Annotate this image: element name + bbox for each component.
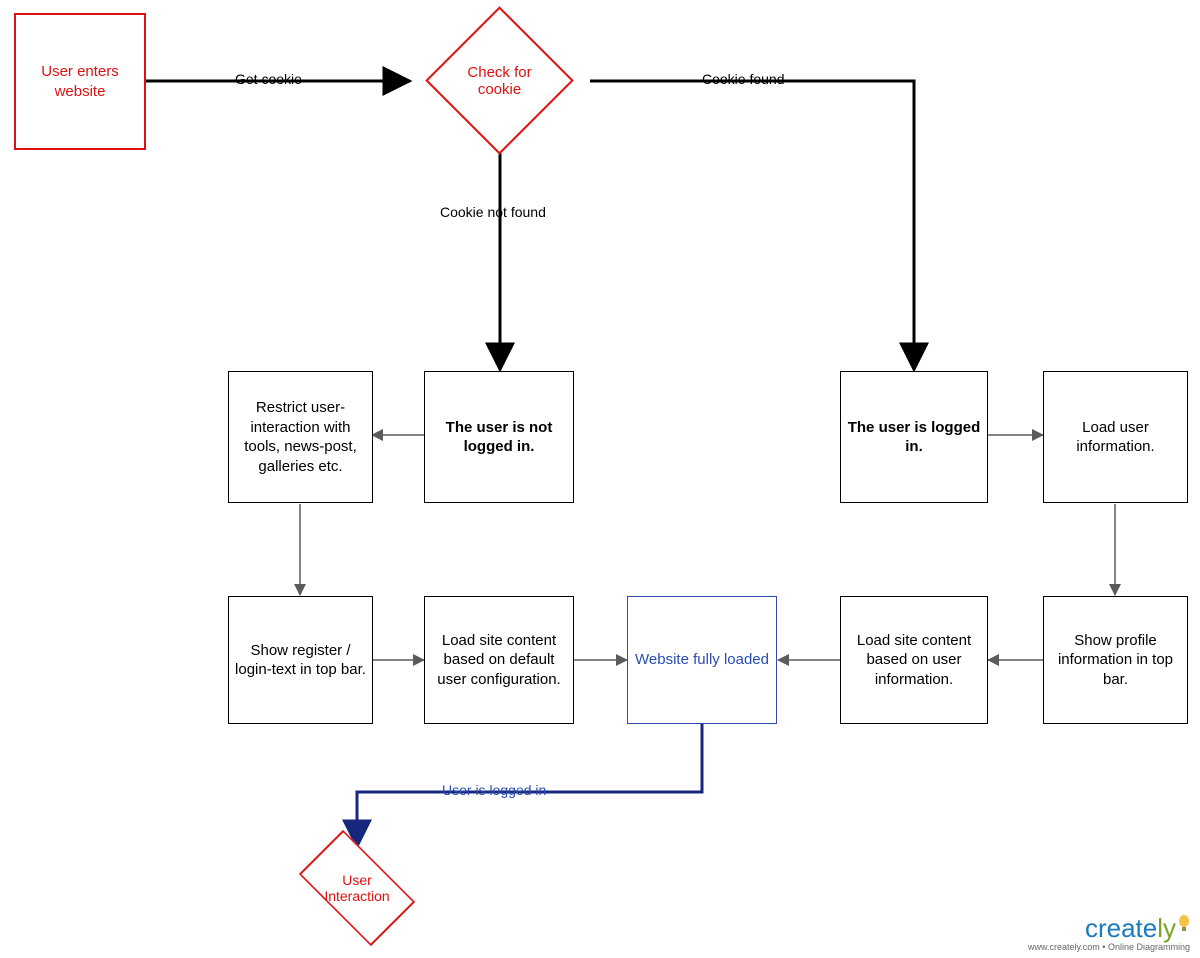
- node-load-user-info-label: Load user information.: [1050, 418, 1181, 457]
- node-show-register: Show register / login-text in top bar.: [228, 596, 373, 724]
- node-load-user-info: Load user information.: [1043, 371, 1188, 503]
- node-show-profile: Show profile information in top bar.: [1043, 596, 1188, 724]
- brand-suffix: ly: [1157, 913, 1176, 943]
- edge-cookie-found: [590, 81, 914, 370]
- edges-layer: [0, 0, 1200, 958]
- node-not-logged-in: The user is not logged in.: [424, 371, 574, 503]
- node-load-default: Load site content based on default user …: [424, 596, 574, 724]
- node-restrict-label: Restrict user-interaction with tools, ne…: [235, 398, 366, 476]
- edge-label-cookie-not-found: Cookie not found: [440, 204, 546, 220]
- node-logged-in-label: The user is logged in.: [847, 418, 981, 457]
- lightbulb-icon: [1178, 909, 1190, 940]
- edge-label-user-is-logged-in: User is logged in: [442, 782, 546, 798]
- node-load-default-label: Load site content based on default user …: [431, 631, 567, 690]
- node-not-logged-in-label: The user is not logged in.: [431, 418, 567, 457]
- node-show-profile-label: Show profile information in top bar.: [1050, 631, 1181, 690]
- node-show-register-label: Show register / login-text in top bar.: [235, 641, 366, 680]
- node-user-interaction: User Interaction: [306, 848, 408, 928]
- node-check-cookie-label: Check for cookie: [451, 64, 548, 98]
- node-fully-loaded-label: Website fully loaded: [635, 650, 769, 670]
- brand-logo: creately: [1028, 913, 1190, 944]
- node-load-user-content: Load site content based on user informat…: [840, 596, 988, 724]
- brand-prefix: create: [1085, 913, 1157, 943]
- node-load-user-content-label: Load site content based on user informat…: [847, 631, 981, 690]
- brand-tagline: www.creately.com • Online Diagramming: [1028, 942, 1190, 952]
- node-start-label: User enters website: [22, 62, 138, 101]
- edge-label-get-cookie: Get cookie: [235, 71, 302, 87]
- watermark: creately www.creately.com • Online Diagr…: [1028, 913, 1190, 952]
- node-check-cookie: Check for cookie: [447, 28, 552, 133]
- node-logged-in: The user is logged in.: [840, 371, 988, 503]
- node-fully-loaded: Website fully loaded: [627, 596, 777, 724]
- edge-label-cookie-found: Cookie found: [702, 71, 785, 87]
- node-restrict: Restrict user-interaction with tools, ne…: [228, 371, 373, 503]
- node-start: User enters website: [14, 13, 146, 150]
- node-user-interaction-label: User Interaction: [310, 872, 404, 904]
- flowchart-canvas: User enters website Check for cookie The…: [0, 0, 1200, 958]
